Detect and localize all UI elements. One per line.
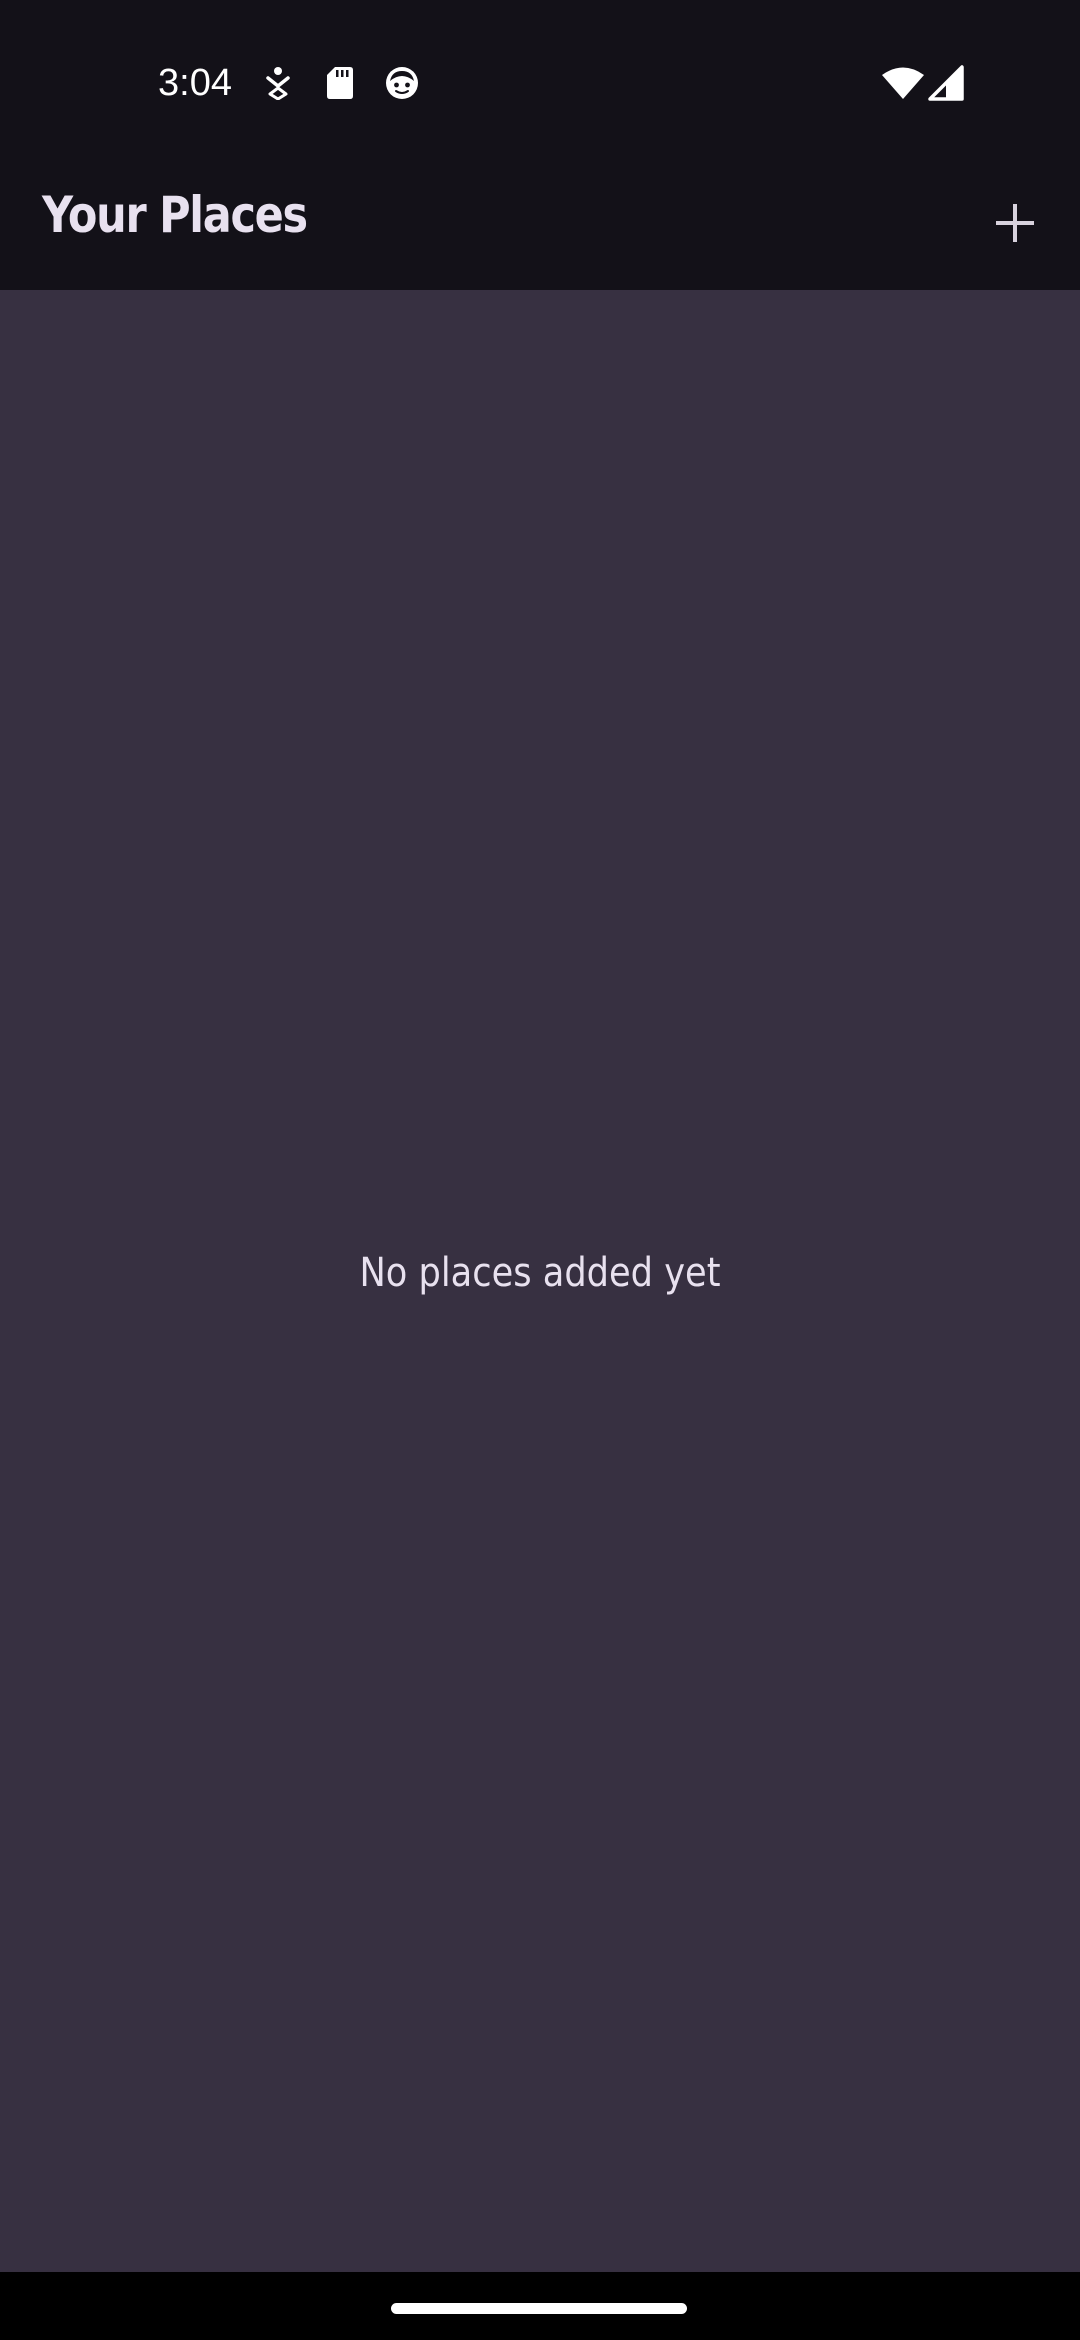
places-list-area: No places added yet bbox=[0, 290, 1080, 2272]
app-bar: Your Places bbox=[0, 165, 1080, 290]
home-gesture-handle[interactable] bbox=[391, 2303, 687, 2314]
sd-card-icon bbox=[325, 62, 355, 104]
navigation-bar bbox=[0, 2272, 1080, 2340]
plus-icon bbox=[994, 202, 1036, 244]
empty-state-message: No places added yet bbox=[359, 1250, 721, 1296]
status-time: 3:04 bbox=[158, 62, 232, 104]
accessibility-download-icon bbox=[262, 62, 294, 104]
wifi-icon bbox=[880, 62, 926, 104]
face-icon bbox=[382, 62, 422, 104]
screen: 3:04 Your Places No places added yet bbox=[0, 0, 1080, 2340]
cell-signal-icon bbox=[926, 62, 966, 104]
status-bar: 3:04 bbox=[0, 0, 1080, 165]
page-title: Your Places bbox=[42, 186, 308, 244]
add-place-button[interactable] bbox=[975, 183, 1055, 263]
